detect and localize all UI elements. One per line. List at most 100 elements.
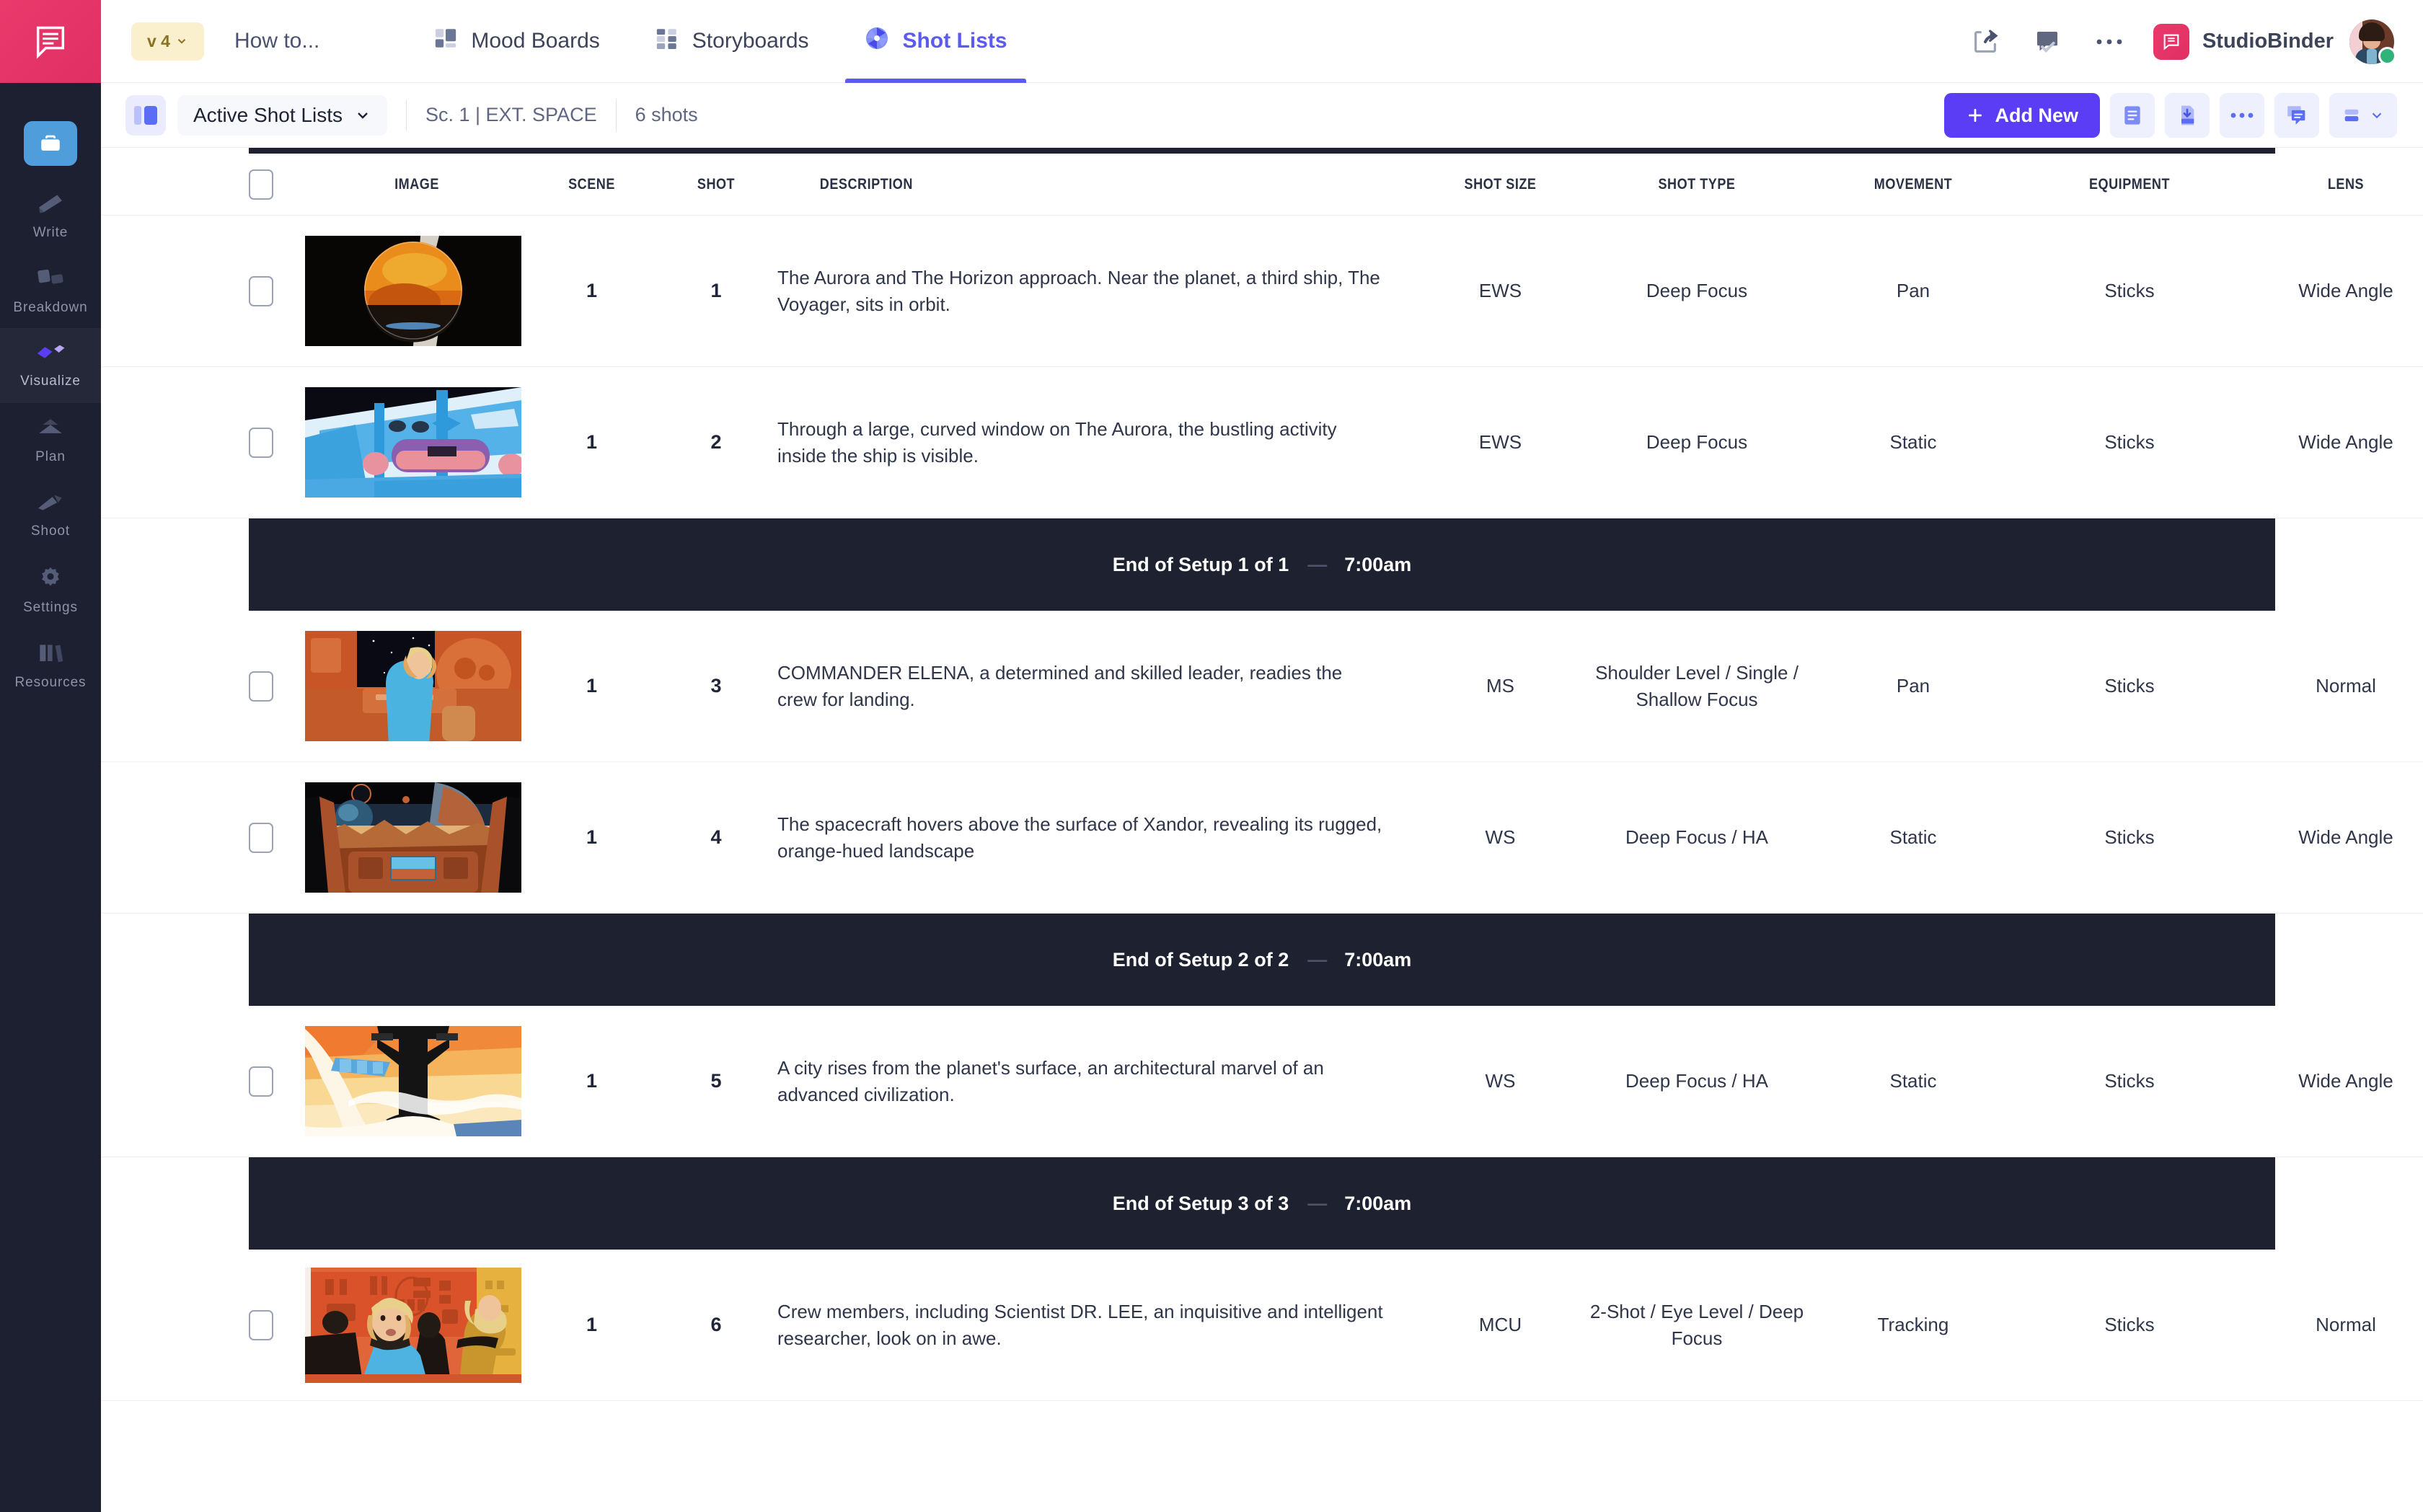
description-value[interactable]: COMMANDER ELENA, a determined and skille…	[777, 660, 1383, 713]
more-options-icon[interactable]	[2220, 93, 2264, 138]
description-value[interactable]: Crew members, including Scientist DR. LE…	[777, 1299, 1383, 1352]
panel-toggle-icon[interactable]	[125, 94, 166, 136]
movement-value[interactable]: Static	[1889, 431, 1936, 453]
table-row[interactable]: 1 6 Crew members, including Scientist DR…	[101, 1250, 2423, 1401]
lens-value[interactable]: Wide Angle	[2298, 431, 2393, 453]
shot-thumbnail[interactable]	[305, 387, 521, 498]
lens-value[interactable]: Wide Angle	[2298, 280, 2393, 301]
shot-type-value[interactable]: Deep Focus / HA	[1625, 826, 1768, 848]
shot-list-selector[interactable]: Active Shot Lists	[177, 94, 387, 136]
table-row[interactable]: 1 1 The Aurora and The Horizon approach.…	[101, 216, 2423, 367]
row-checkbox[interactable]	[249, 671, 273, 702]
layout-chooser-icon[interactable]	[2329, 93, 2397, 138]
column-header-lens[interactable]: LENS	[2253, 176, 2423, 193]
sidebar-item-label: Breakdown	[13, 300, 88, 315]
page-title[interactable]: How to...	[234, 29, 319, 53]
sidebar-item-shoot[interactable]: Shoot	[0, 478, 101, 553]
sidebar-item-plan[interactable]: Plan	[0, 403, 101, 478]
setup-separator: End of Setup 2 of 2 — 7:00am	[249, 914, 2275, 1006]
gear-icon	[38, 565, 63, 593]
tab-mood-boards[interactable]: Mood Boards	[406, 0, 627, 83]
list-view-icon[interactable]	[2110, 93, 2155, 138]
version-selector[interactable]: v 4	[131, 22, 204, 61]
table-header-row: IMAGE SCENE SHOT DESCRIPTION SHOT SIZE S…	[101, 154, 2423, 216]
lens-value[interactable]: Normal	[2316, 675, 2376, 697]
sidebar-item-resources[interactable]: Resources	[0, 628, 101, 703]
column-header-image[interactable]: IMAGE	[321, 176, 513, 193]
shot-thumbnail[interactable]	[305, 236, 521, 346]
table-row[interactable]: 1 2 Through a large, curved window on Th…	[101, 367, 2423, 518]
more-icon[interactable]	[2078, 11, 2140, 73]
row-checkbox[interactable]	[249, 1066, 273, 1097]
row-checkbox[interactable]	[249, 822, 273, 853]
sidebar-item-label: Visualize	[20, 373, 81, 389]
tab-storyboards[interactable]: Storyboards	[627, 0, 837, 83]
column-header-shot-size[interactable]: SHOT SIZE	[1424, 176, 1576, 193]
table-row[interactable]: 1 5 A city rises from the planet's surfa…	[101, 1006, 2423, 1157]
sidebar-item-write[interactable]: Write	[0, 178, 101, 253]
share-icon[interactable]	[1954, 11, 2016, 73]
sidebar-item-settings[interactable]: Settings	[0, 553, 101, 628]
equipment-value[interactable]: Sticks	[2104, 431, 2154, 453]
description-value[interactable]: The spacecraft hovers above the surface …	[777, 811, 1383, 865]
column-header-shot-type[interactable]: SHOT TYPE	[1604, 176, 1790, 193]
shot-thumbnail[interactable]	[305, 631, 521, 741]
shot-type-value[interactable]: Deep Focus / HA	[1625, 1070, 1768, 1092]
description-value[interactable]: A city rises from the planet's surface, …	[777, 1055, 1383, 1108]
table-row[interactable]: 1 4 The spacecraft hovers above the surf…	[101, 762, 2423, 914]
shot-size-value[interactable]: WS	[1486, 1070, 1516, 1092]
row-checkbox[interactable]	[249, 427, 273, 458]
description-value[interactable]: The Aurora and The Horizon approach. Nea…	[777, 265, 1383, 318]
shot-size-value[interactable]: EWS	[1479, 280, 1522, 301]
shot-thumbnail[interactable]	[305, 1026, 521, 1136]
studiobinder-logo-icon[interactable]	[0, 0, 101, 83]
movement-value[interactable]: Static	[1889, 1070, 1936, 1092]
add-new-button[interactable]: Add New	[1944, 93, 2100, 138]
shot-size-value[interactable]: MCU	[1479, 1314, 1522, 1335]
comment-icon[interactable]	[2274, 93, 2319, 138]
shot-type-value[interactable]: Shoulder Level / Single / Shallow Focus	[1595, 662, 1799, 710]
shot-type-value[interactable]: Deep Focus	[1646, 280, 1747, 301]
movement-value[interactable]: Tracking	[1878, 1314, 1949, 1335]
movement-value[interactable]: Pan	[1897, 280, 1930, 301]
shot-size-value[interactable]: WS	[1486, 826, 1516, 848]
row-checkbox[interactable]	[249, 1309, 273, 1340]
shot-size-value[interactable]: EWS	[1479, 431, 1522, 453]
column-header-shot[interactable]: SHOT	[663, 176, 769, 193]
lens-value[interactable]: Normal	[2316, 1314, 2376, 1335]
column-header-movement[interactable]: MOVEMENT	[1820, 176, 2006, 193]
shot-value: 3	[710, 675, 722, 697]
tab-label: Storyboards	[692, 29, 809, 53]
lens-value[interactable]: Wide Angle	[2298, 826, 2393, 848]
row-checkbox[interactable]	[249, 275, 273, 306]
column-header-equipment[interactable]: EQUIPMENT	[2036, 176, 2223, 193]
equipment-value[interactable]: Sticks	[2104, 280, 2154, 301]
sidebar-item-briefcase[interactable]	[0, 109, 101, 178]
lens-value[interactable]: Wide Angle	[2298, 1070, 2393, 1092]
description-value[interactable]: Through a large, curved window on The Au…	[777, 416, 1383, 469]
equipment-value[interactable]: Sticks	[2104, 826, 2154, 848]
column-header-description[interactable]: DESCRIPTION	[820, 176, 1341, 193]
table-row[interactable]: 1 3 COMMANDER ELENA, a determined and sk…	[101, 611, 2423, 762]
approval-icon[interactable]	[2016, 11, 2078, 73]
column-header-scene[interactable]: SCENE	[537, 176, 646, 193]
sidebar-item-breakdown[interactable]: Breakdown	[0, 253, 101, 328]
shot-count: 6 shots	[635, 104, 698, 125]
shot-type-value[interactable]: Deep Focus	[1646, 431, 1747, 453]
equipment-value[interactable]: Sticks	[2104, 1070, 2154, 1092]
shot-size-value[interactable]: MS	[1486, 675, 1514, 697]
select-all-checkbox[interactable]	[249, 169, 273, 200]
equipment-value[interactable]: Sticks	[2104, 1314, 2154, 1335]
shot-type-value[interactable]: 2-Shot / Eye Level / Deep Focus	[1590, 1301, 1804, 1349]
tab-shot-lists[interactable]: Shot Lists	[837, 0, 1035, 83]
avatar[interactable]	[2349, 19, 2396, 65]
equipment-value[interactable]: Sticks	[2104, 675, 2154, 697]
shot-thumbnail[interactable]	[305, 1267, 521, 1383]
pdf-download-icon[interactable]	[2165, 93, 2210, 138]
shot-thumbnail[interactable]	[305, 782, 521, 893]
setup-label: End of Setup 3 of 3	[1112, 1192, 1289, 1214]
sidebar-item-visualize[interactable]: Visualize	[0, 328, 101, 403]
movement-value[interactable]: Pan	[1897, 675, 1930, 697]
movement-value[interactable]: Static	[1889, 826, 1936, 848]
shot-list-table: IMAGE SCENE SHOT DESCRIPTION SHOT SIZE S…	[101, 148, 2423, 1512]
